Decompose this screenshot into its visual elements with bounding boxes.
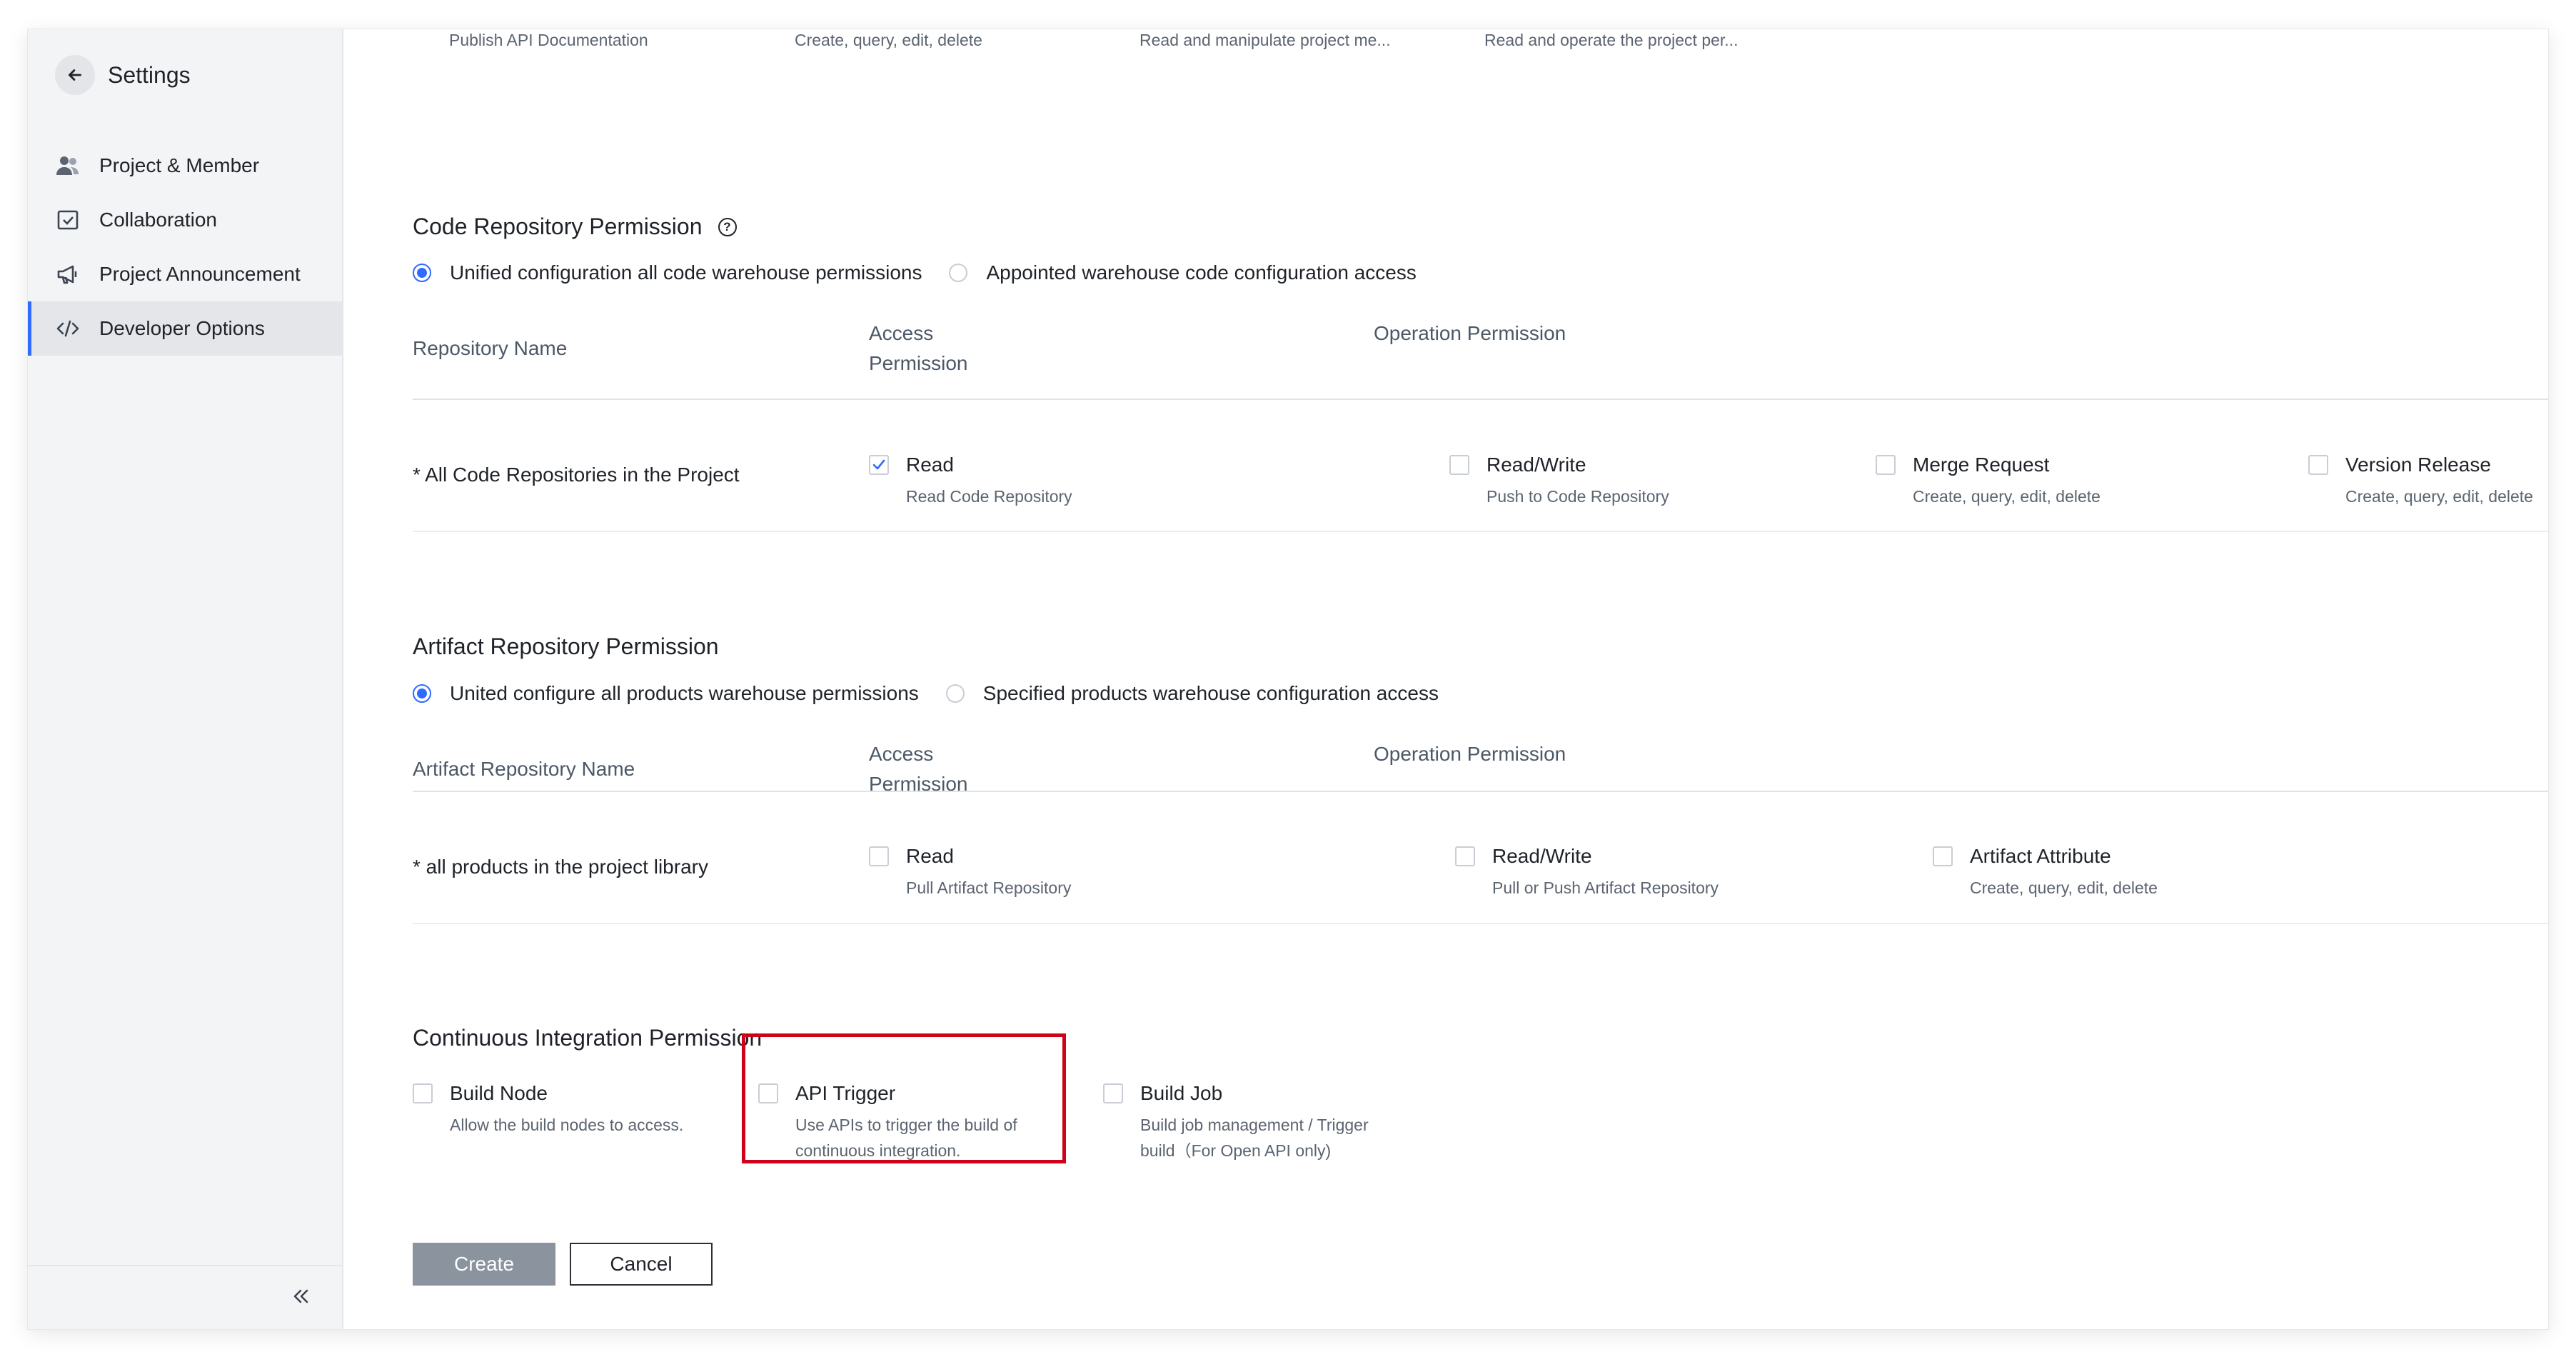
column-header-repository-name: Repository Name <box>413 337 568 359</box>
perm-title: API Trigger <box>795 1082 896 1104</box>
perm-title: Build Job <box>1140 1082 1223 1104</box>
back-button[interactable] <box>55 55 95 95</box>
radio-control[interactable] <box>413 684 431 703</box>
checkbox[interactable] <box>869 846 889 866</box>
perm-desc: Create, query, edit, delete <box>1970 878 2158 897</box>
double-chevron-left-icon <box>293 1289 308 1303</box>
sidebar-item-collaboration[interactable]: Collaboration <box>28 193 342 247</box>
sidebar-item-label: Collaboration <box>99 209 217 231</box>
checkbox[interactable] <box>413 1083 433 1103</box>
table-header-divider <box>413 399 2548 400</box>
perm-desc-line: Build job management / Trigger <box>1140 1116 1369 1134</box>
settings-sidebar: Settings Project & Member Collaboration … <box>28 29 343 1329</box>
megaphone-icon <box>56 262 80 286</box>
column-header-operation-permission: Operation Permission <box>1374 743 1566 765</box>
radio-label: Appointed warehouse code configuration a… <box>986 261 1417 284</box>
perm-title: Read/Write <box>1486 454 1586 476</box>
column-header-artifact-repository-name: Artifact Repository Name <box>413 758 635 780</box>
sidebar-nav: Project & Member Collaboration Project A… <box>28 139 342 356</box>
sidebar-item-announcement[interactable]: Project Announcement <box>28 247 342 301</box>
top-row-item: Read and operate the project per... <box>1484 31 1739 49</box>
sidebar-footer <box>28 1265 342 1329</box>
radio-unified-artifact[interactable]: United configure all products warehouse … <box>413 682 919 705</box>
perm-desc: Create, query, edit, delete <box>2345 487 2533 506</box>
column-header-line: Access <box>869 322 934 344</box>
checkbox[interactable] <box>1449 455 1469 475</box>
checkbox[interactable] <box>1876 455 1896 475</box>
perm-title: Read <box>906 454 954 476</box>
checkbox[interactable] <box>1103 1083 1123 1103</box>
check-square-icon <box>56 208 80 232</box>
perm-desc: Allow the build nodes to access. <box>450 1112 683 1138</box>
section-title: Artifact Repository Permission <box>413 634 719 659</box>
perm-title: Merge Request <box>1913 454 2050 476</box>
radio-unified-code[interactable]: Unified configuration all code warehouse… <box>413 261 922 284</box>
radio-control[interactable] <box>945 684 965 703</box>
perm-title: Read/Write <box>1492 845 1592 867</box>
column-header-access-permission: Access Permission <box>869 319 967 379</box>
checkbox[interactable] <box>1933 846 1953 866</box>
checkbox-checked[interactable] <box>869 455 889 475</box>
top-row-item: Create, query, edit, delete <box>795 31 982 49</box>
sidebar-item-label: Developer Options <box>99 317 265 339</box>
perm-desc: Push to Code Repository <box>1486 487 1669 506</box>
code-repo-section-header: Code Repository Permission ? <box>413 214 737 240</box>
sidebar-header: Settings <box>55 54 191 96</box>
check-icon <box>872 459 885 470</box>
row-divider <box>413 531 2548 532</box>
code-repo-radio-group: Unified configuration all code warehouse… <box>413 261 1417 284</box>
radio-label: Specified products warehouse configurati… <box>982 682 1439 704</box>
perm-desc: Use APIs to trigger the build of continu… <box>795 1112 1017 1163</box>
help-circle-icon[interactable]: ? <box>718 217 737 236</box>
section-title: Code Repository Permission <box>413 214 703 239</box>
checkbox[interactable] <box>2308 455 2328 475</box>
code-icon <box>56 316 80 341</box>
column-header-line: Permission <box>869 773 968 795</box>
perm-title: Read <box>906 845 954 867</box>
radio-appointed-code[interactable]: Appointed warehouse code configuration a… <box>949 261 1417 284</box>
artifact-row-label: * all products in the project library <box>413 856 708 878</box>
artifact-repo-radio-group: United configure all products warehouse … <box>413 682 1439 705</box>
perm-desc: Pull or Push Artifact Repository <box>1492 878 1719 897</box>
column-header-operation-permission: Operation Permission <box>1374 322 1566 344</box>
section-title: Continuous Integration Permission <box>413 1025 763 1051</box>
sidebar-title: Settings <box>108 61 191 88</box>
radio-specified-artifact[interactable]: Specified products warehouse configurati… <box>945 682 1439 705</box>
arrow-left-icon <box>69 69 81 81</box>
checkbox[interactable] <box>1455 846 1475 866</box>
perm-desc-line: continuous integration. <box>795 1141 961 1160</box>
table-header-divider <box>413 791 2548 792</box>
radio-label: Unified configuration all code warehouse… <box>450 261 922 284</box>
radio-control[interactable] <box>949 264 968 282</box>
column-header-line: Permission <box>869 352 968 374</box>
collapse-sidebar-button[interactable] <box>285 1281 316 1312</box>
create-button[interactable]: Create <box>413 1243 555 1286</box>
radio-control[interactable] <box>413 264 431 282</box>
perm-desc: Read Code Repository <box>906 487 1072 506</box>
users-icon <box>56 154 80 178</box>
top-row-item: Read and manipulate project me... <box>1139 31 1391 49</box>
perm-desc: Create, query, edit, delete <box>1913 487 2100 506</box>
main-content: Publish API Documentation Create, query,… <box>343 29 2548 1329</box>
sidebar-item-developer-options[interactable]: Developer Options <box>28 301 342 356</box>
checkbox[interactable] <box>758 1083 778 1103</box>
radio-label: United configure all products warehouse … <box>450 682 919 704</box>
sidebar-item-label: Project Announcement <box>99 263 301 285</box>
perm-desc: Build job management / Trigger build（For… <box>1140 1112 1369 1163</box>
perm-title: Version Release <box>2345 454 2491 476</box>
perm-desc: Pull Artifact Repository <box>906 878 1072 897</box>
repo-row-label: * All Code Repositories in the Project <box>413 464 740 486</box>
perm-desc-line: build（For Open API only) <box>1140 1141 1332 1160</box>
row-divider <box>413 923 2548 924</box>
perm-title: Build Node <box>450 1082 548 1104</box>
sidebar-item-label: Project & Member <box>99 154 260 176</box>
app-window: Settings Project & Member Collaboration … <box>28 29 2548 1329</box>
cancel-button[interactable]: Cancel <box>570 1243 713 1286</box>
top-row-item: Publish API Documentation <box>449 31 648 49</box>
column-header-line: Access <box>869 743 934 765</box>
sidebar-item-project-member[interactable]: Project & Member <box>28 139 342 193</box>
perm-desc-line: Allow the build nodes to access. <box>450 1116 684 1134</box>
perm-desc-line: Use APIs to trigger the build of <box>795 1116 1017 1134</box>
perm-title: Artifact Attribute <box>1970 845 2111 867</box>
